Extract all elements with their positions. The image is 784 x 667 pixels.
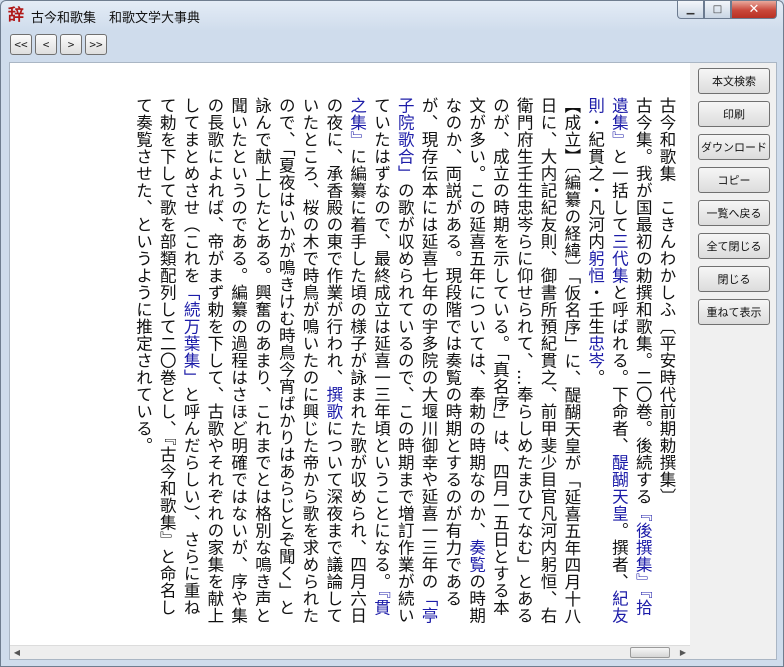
maximize-icon: □: [712, 4, 723, 15]
last-page-button[interactable]: >>: [85, 34, 107, 55]
horizontal-scrollbar[interactable]: ◀ ▶: [10, 645, 690, 659]
entry-text-segment: について深夜まで議論していたところ、桜の木で時鳥が鳴いたのに興じた帝から歌を求め…: [181, 97, 343, 624]
double-chevron-right-icon: >>: [89, 38, 103, 51]
entry-text-segment: と呼ばれる。下命者、: [609, 284, 629, 454]
entry-link[interactable]: 躬恒: [586, 250, 605, 284]
print-button[interactable]: 印刷: [698, 101, 770, 127]
entry-link[interactable]: 奏覧: [467, 539, 486, 573]
entry-link[interactable]: 醍醐天皇: [609, 454, 628, 522]
close-window-button[interactable]: ✕: [731, 1, 777, 19]
entry-text-segment: 。: [585, 369, 605, 386]
double-chevron-left-icon: <<: [14, 38, 28, 51]
window-title: 古今和歌集 和歌文学大事典: [31, 11, 201, 26]
download-button[interactable]: ダウンロード: [698, 134, 770, 160]
entry-text-segment: 古今集。我が国最初の勅撰和歌集。二〇巻。後続する: [633, 97, 653, 505]
dictionary-app-icon: 辞: [8, 5, 25, 24]
close-all-button[interactable]: 全て閉じる: [698, 233, 770, 259]
scroll-left-arrow-icon[interactable]: ◀: [10, 646, 24, 659]
entry-link[interactable]: 「続万葉集」: [181, 284, 200, 386]
minimize-icon: ▁: [686, 4, 695, 15]
entry-text-segment: ・壬生: [585, 284, 605, 335]
entry-link[interactable]: 三代集: [609, 233, 628, 284]
scroll-right-arrow-icon[interactable]: ▶: [676, 646, 690, 659]
app-window: 辞 古今和歌集 和歌文学大事典 ▁ □ ✕ << < > >> 古今和歌集 こき…: [0, 0, 784, 667]
navigation-toolbar: << < > >>: [10, 34, 107, 55]
back-to-list-button[interactable]: 一覧へ戻る: [698, 200, 770, 226]
previous-page-button[interactable]: <: [35, 34, 57, 55]
close-icon: ✕: [748, 2, 760, 17]
entry-text-panel: 古今和歌集 こきんわかしふ〔平安時代前期勅撰集〕 古今集。我が国最初の勅撰和歌集。…: [10, 63, 690, 645]
title-bar[interactable]: 辞 古今和歌集 和歌文学大事典 ▁ □ ✕: [1, 1, 783, 29]
cascade-display-button[interactable]: 重ねて表示: [698, 299, 770, 325]
entry-link[interactable]: 撰歌: [324, 386, 343, 420]
full-text-search-button[interactable]: 本文検索: [698, 68, 770, 94]
close-button[interactable]: 閉じる: [698, 266, 770, 292]
action-sidebar: 本文検索 印刷 ダウンロード コピー 一覧へ戻る 全て閉じる 閉じる 重ねて表示: [698, 68, 772, 332]
copy-button[interactable]: コピー: [698, 167, 770, 193]
next-page-button[interactable]: >: [60, 34, 82, 55]
entry-text-segment: ・紀貫之・凡河内: [585, 114, 605, 250]
window-controls: ▁ □ ✕: [677, 1, 777, 20]
maximize-button[interactable]: □: [704, 1, 731, 19]
chevron-left-icon: <: [42, 38, 50, 51]
client-area: 古今和歌集 こきんわかしふ〔平安時代前期勅撰集〕 古今集。我が国最初の勅撰和歌集。…: [9, 62, 777, 660]
scrollbar-thumb[interactable]: [630, 647, 670, 658]
entry-text-segment: 古今和歌集 こきんわかしふ〔平安時代前期勅撰集〕: [657, 97, 676, 505]
entry-body-text: 古今和歌集 こきんわかしふ〔平安時代前期勅撰集〕 古今集。我が国最初の勅撰和歌集。…: [131, 97, 678, 627]
entry-link[interactable]: 忠岑: [586, 335, 605, 369]
first-page-button[interactable]: <<: [10, 34, 32, 55]
minimize-button[interactable]: ▁: [677, 1, 704, 19]
entry-text-segment: 。撰者、: [609, 522, 629, 590]
entry-text-segment: と一括して: [609, 148, 629, 233]
chevron-right-icon: >: [67, 38, 75, 51]
